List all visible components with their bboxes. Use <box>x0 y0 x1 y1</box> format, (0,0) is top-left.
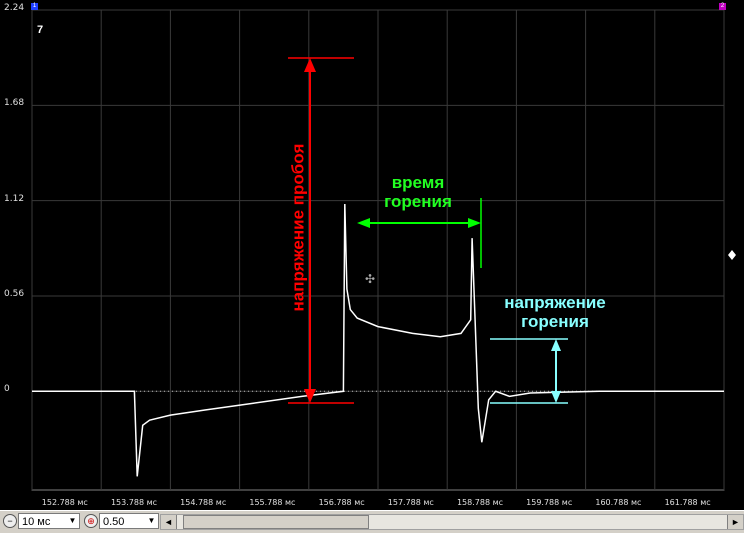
marker-1-icon[interactable]: 1 <box>31 3 38 10</box>
x-tick-label: 152.788 мс <box>41 498 88 507</box>
oscilloscope-screen[interactable]: ✣ 2.24 1.68 1.12 0.56 0 152.788 мс 153.788 мс… <box>0 0 744 510</box>
bottom-toolbar: − 10 мс ▼ ⊕ 0.50 ▼ ◄ ► <box>0 510 744 533</box>
burn-time-arrow-right-icon <box>468 218 481 228</box>
burn-voltage-arrow-down-icon <box>551 391 561 403</box>
channel-number: 7 <box>37 24 44 36</box>
scroll-left-button[interactable]: ◄ <box>161 515 177 529</box>
burn-voltage-label: напряжение горения <box>504 293 606 331</box>
y-tick-label: 1.12 <box>4 193 25 204</box>
y-tick-label: 2.24 <box>4 3 25 13</box>
scroll-right-button[interactable]: ► <box>727 515 743 529</box>
x-tick-label: 160.788 мс <box>595 498 642 507</box>
burn-time-label: время горения <box>384 173 452 211</box>
gain-select[interactable]: 0.50 ▼ <box>99 513 159 529</box>
burn-time-arrow-left-icon <box>357 218 370 228</box>
waveform-plot[interactable]: ✣ <box>0 0 744 510</box>
x-tick-label: 159.788 мс <box>526 498 573 507</box>
gain-icon[interactable]: ⊕ <box>84 514 98 528</box>
breakdown-arrow-up-icon <box>304 58 316 72</box>
timebase-select[interactable]: 10 мс ▼ <box>18 513 80 529</box>
scroll-thumb[interactable] <box>183 515 369 529</box>
x-tick-label: 155.788 мс <box>249 498 296 507</box>
y-tick-label: 0 <box>4 384 10 395</box>
x-tick-label: 154.788 мс <box>180 498 227 507</box>
gain-value: 0.50 <box>103 516 125 528</box>
marker-2-icon[interactable]: 2 <box>719 3 726 10</box>
x-tick-label: 156.788 мс <box>318 498 365 507</box>
x-tick-label: 158.788 мс <box>456 498 504 507</box>
timebase-value: 10 мс <box>22 516 51 528</box>
breakdown-voltage-label: напряжение пробоя <box>288 143 308 312</box>
x-tick-label: 157.788 мс <box>387 498 434 507</box>
y-tick-label: 0.56 <box>4 288 25 299</box>
y-tick-label: 1.68 <box>4 98 25 109</box>
minus-icon[interactable]: − <box>3 514 17 528</box>
crosshair-cursor-icon: ✣ <box>365 272 375 286</box>
chevron-down-icon: ▼ <box>147 516 156 525</box>
x-tick-label: 161.788 мс <box>664 498 711 507</box>
chevron-down-icon: ▼ <box>68 516 77 525</box>
burn-voltage-arrow-up-icon <box>551 339 561 351</box>
trigger-level-icon <box>728 250 736 260</box>
horizontal-scrollbar[interactable]: ◄ ► <box>160 514 744 530</box>
x-tick-label: 153.788 мс <box>110 498 158 507</box>
